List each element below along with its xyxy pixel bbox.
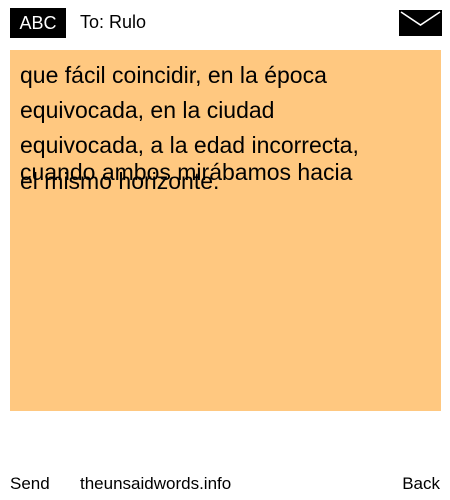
message-line: que fácil coincidir, en la época [20,62,327,88]
input-mode-badge[interactable]: ABC [10,8,66,38]
back-button[interactable]: Back [402,471,440,497]
header-bar: ABC To: Rulo [0,0,450,44]
send-button[interactable]: Send [10,471,50,497]
message-line: equivocada, en la ciudad [20,97,275,123]
footer-bar: Send theunsaidwords.info Back [0,470,450,500]
envelope-icon [399,10,442,36]
message-area: que fácil coincidir, en la época equivoc… [10,50,441,411]
site-link[interactable]: theunsaidwords.info [80,471,231,497]
message-line: cuando ambos mirábamos hacia [20,159,353,185]
recipient-label: To: Rulo [80,12,147,32]
